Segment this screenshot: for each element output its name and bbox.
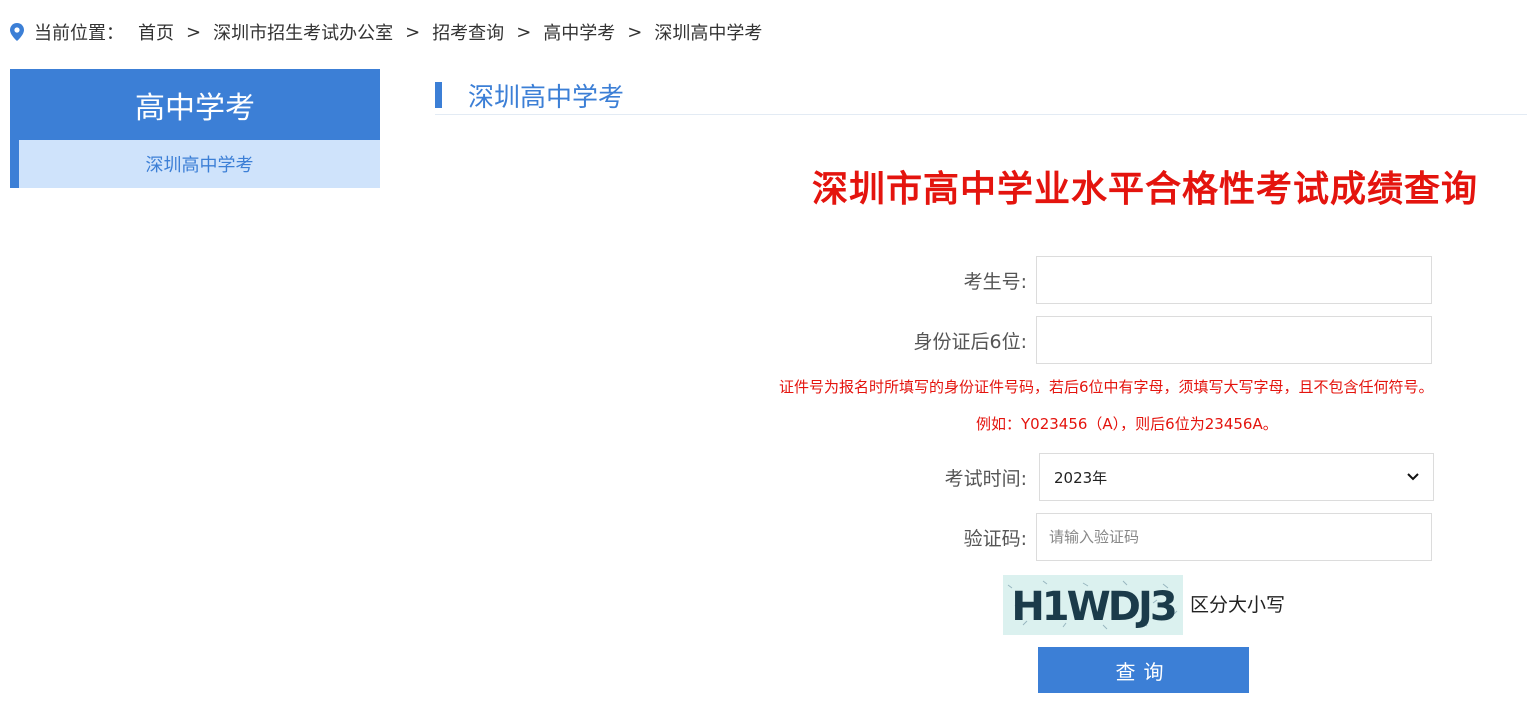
- section-accent-bar: [435, 82, 442, 108]
- exam-time-select[interactable]: 2023年: [1039, 453, 1434, 501]
- breadcrumb-exam-query[interactable]: 招考查询: [432, 19, 504, 45]
- exam-number-input[interactable]: [1037, 257, 1431, 303]
- page-title: 深圳市高中学业水平合格性考试成绩查询: [811, 169, 1478, 210]
- section-title: 深圳高中学考: [468, 82, 625, 113]
- breadcrumb-home[interactable]: 首页: [138, 19, 174, 45]
- exam-number-label: 考生号:: [963, 271, 1027, 293]
- id-last6-label: 身份证后6位:: [913, 331, 1028, 353]
- id-example-text: 例如：Y023456（A），则后6位为23456A。: [976, 415, 1278, 433]
- exam-time-selected-value: 2023年: [1054, 468, 1108, 487]
- id-last6-input[interactable]: [1037, 317, 1431, 363]
- case-sensitive-note: 区分大小写: [1190, 594, 1286, 616]
- captcha-input[interactable]: [1037, 514, 1431, 560]
- sidebar-item-shenzhen-high-school-exam[interactable]: 深圳高中学考: [10, 140, 380, 188]
- breadcrumb-exam-office[interactable]: 深圳市招生考试办公室: [213, 19, 393, 45]
- breadcrumb: 当前位置： 首页 > 深圳市招生考试办公室 > 招考查询 > 高中学考 > 深圳…: [10, 19, 762, 45]
- chevron-down-icon: [1407, 473, 1419, 481]
- breadcrumb-high-school-exam[interactable]: 高中学考: [543, 19, 615, 45]
- captcha-image-graphic: H1WDJ3: [1003, 575, 1183, 635]
- captcha-field-wrapper: [1036, 513, 1432, 561]
- id-last6-field-wrapper: [1036, 316, 1432, 364]
- id-hint-text: 证件号为报名时所填写的身份证件号码，若后6位中有字母，须填写大写字母，且不包含任…: [779, 378, 1434, 396]
- exam-time-label: 考试时间:: [944, 468, 1027, 490]
- breadcrumb-separator: >: [186, 21, 202, 43]
- sidebar: 高中学考 深圳高中学考: [10, 69, 380, 188]
- sidebar-title: 高中学考: [10, 69, 380, 140]
- breadcrumb-separator: >: [627, 21, 643, 43]
- section-header: 深圳高中学考: [435, 76, 1527, 115]
- query-button[interactable]: 查询: [1038, 647, 1249, 693]
- location-pin-icon: [10, 23, 24, 41]
- breadcrumb-separator: >: [516, 21, 532, 43]
- captcha-text: H1WDJ3: [1011, 584, 1175, 630]
- breadcrumb-current[interactable]: 深圳高中学考: [654, 19, 762, 45]
- exam-number-field-wrapper: [1036, 256, 1432, 304]
- breadcrumb-separator: >: [405, 21, 421, 43]
- captcha-image[interactable]: H1WDJ3: [1003, 575, 1183, 635]
- captcha-label: 验证码:: [963, 528, 1027, 550]
- breadcrumb-prefix: 当前位置：: [34, 23, 124, 44]
